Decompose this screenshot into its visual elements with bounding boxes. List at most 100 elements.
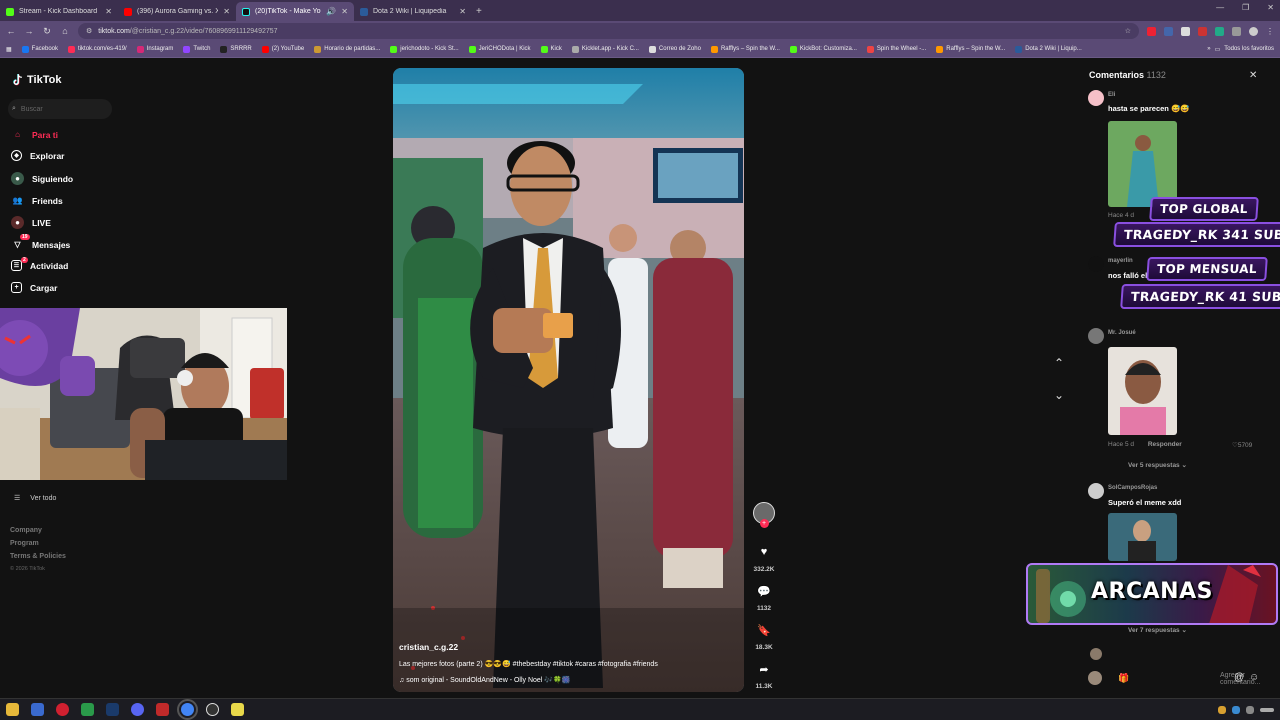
show-desktop[interactable] [1260, 707, 1274, 712]
reply-button[interactable]: Responder [1148, 441, 1182, 448]
mention-icon[interactable]: @ [1234, 672, 1244, 683]
all-bookmarks[interactable]: » ▭ Todos los favoritos [1207, 46, 1274, 53]
nav-mensajes[interactable]: ▽ 19 Mensajes [11, 234, 70, 251]
close-window-icon[interactable]: ✕ [1267, 3, 1274, 12]
new-tab-icon[interactable]: + [476, 2, 482, 21]
tray-icon[interactable] [1232, 705, 1240, 714]
home-icon[interactable]: ⌂ [60, 26, 70, 36]
footer-terms[interactable]: Terms & Policies [10, 553, 66, 560]
creator-avatar[interactable]: + [752, 502, 776, 528]
video-music[interactable]: ♫ som original - SoundOldAndNew - Olly N… [399, 676, 570, 684]
bookmark-item[interactable]: tiktok.com/es-419/ [68, 45, 127, 53]
tray-icon[interactable] [1246, 705, 1254, 714]
bookmark-item[interactable]: (2) YouTube [261, 45, 304, 53]
bookmark-item[interactable]: Instagram [136, 45, 173, 53]
chrome-icon[interactable] [177, 699, 198, 720]
bookmark-item[interactable]: Spin the Wheel -... [866, 45, 926, 53]
extension-icon[interactable] [1147, 26, 1156, 36]
extension-icon[interactable] [1215, 26, 1224, 36]
footer-company[interactable]: Company [10, 527, 42, 534]
gift-icon[interactable]: 🎁 [1118, 673, 1129, 684]
comment-user[interactable]: SolCamposRojas [1108, 485, 1157, 491]
bookmark-item[interactable]: jerichodoto - Kick St... [390, 45, 459, 53]
discord-icon[interactable] [131, 703, 144, 716]
comment-button[interactable]: 💬 1132 [752, 580, 776, 613]
tiktok-logo[interactable]: TikTok [12, 74, 61, 86]
bookmark-item[interactable]: Rafflys – Spin the W... [710, 45, 780, 53]
previous-video-icon[interactable]: ⌃ [1054, 356, 1064, 370]
excel-icon[interactable] [81, 703, 94, 716]
url-field[interactable]: ⚙ tiktok.com/@cristian_c.g.22/video/7608… [78, 23, 1139, 39]
nav-actividad[interactable]: ☰ 2 Actividad [11, 257, 68, 271]
site-info-icon[interactable]: ⚙ [86, 27, 92, 35]
follow-plus-icon[interactable]: + [759, 519, 769, 528]
share-button[interactable]: ➦ 11.3K [752, 658, 776, 691]
comment-user[interactable]: mayerlin [1108, 258, 1133, 264]
opera-icon[interactable] [56, 703, 69, 716]
browser-tab[interactable]: Stream - Kick Dashboard ✕ [0, 2, 118, 21]
video-player[interactable]: cristian_c.g.22 Las mejores fotos (parte… [393, 68, 744, 692]
close-tab-icon[interactable]: ✕ [223, 7, 230, 16]
avatar[interactable] [1088, 256, 1104, 272]
comment-image[interactable] [1108, 513, 1177, 561]
avatar[interactable] [1088, 328, 1104, 344]
footer-program[interactable]: Program [10, 540, 39, 547]
comment-image[interactable] [1108, 121, 1177, 207]
browser-tab-active[interactable]: (20)TikTok - Make Your Day 🔊 ✕ [236, 2, 354, 21]
obs-icon[interactable] [206, 703, 219, 716]
reload-icon[interactable]: ↻ [42, 26, 52, 37]
close-tab-icon[interactable]: ✕ [105, 7, 112, 16]
emoji-icon[interactable]: ☺ [1249, 672, 1259, 683]
view-replies[interactable]: Ver 7 respuestas ⌄ [1128, 626, 1187, 634]
nav-live[interactable]: ● LIVE [11, 216, 51, 229]
browser-tab[interactable]: Dota 2 Wiki | Liquipedia ✕ [354, 2, 472, 21]
nav-explorar[interactable]: ◆ Explorar [11, 150, 65, 161]
comment-image[interactable] [1108, 347, 1177, 435]
like-button[interactable]: ♥ 332.2K [752, 541, 776, 573]
nav-siguiendo[interactable]: ● Siguiendo [11, 172, 73, 185]
comment-likes[interactable]: ♡5709 [1232, 441, 1252, 449]
minimize-icon[interactable]: — [1216, 3, 1224, 12]
extension-icon[interactable] [1198, 26, 1207, 36]
file-explorer-icon[interactable] [6, 703, 19, 716]
view-replies[interactable]: Ver 5 respuestas ⌄ [1128, 461, 1187, 469]
comment-user[interactable]: Eli [1108, 92, 1115, 98]
bookmark-star-icon[interactable]: ☆ [1125, 27, 1131, 35]
apps-icon[interactable]: ▦ [6, 46, 12, 53]
steam-icon[interactable] [106, 703, 119, 716]
ver-todo-link[interactable]: ☰ Ver todo [14, 494, 56, 503]
avatar[interactable] [1088, 90, 1104, 106]
speaker-icon[interactable]: 🔊 [326, 7, 336, 16]
bookmark-item[interactable]: Twitch [183, 45, 210, 53]
bookmark-item[interactable]: JeriCHODota | Kick [468, 45, 531, 53]
bookmark-item[interactable]: Dota 2 Wiki | Liquip... [1015, 45, 1082, 53]
close-tab-icon[interactable]: ✕ [341, 7, 348, 16]
maximize-icon[interactable]: ❐ [1242, 3, 1249, 12]
avatar[interactable] [1090, 648, 1102, 660]
video-username[interactable]: cristian_c.g.22 [399, 642, 458, 652]
bookmark-item[interactable]: Facebook [21, 45, 58, 53]
search-input[interactable]: ⌕ Buscar [8, 99, 112, 119]
avatar[interactable] [1088, 483, 1104, 499]
profile-avatar[interactable] [1249, 26, 1258, 36]
browser-tab[interactable]: (396) Aurora Gaming vs. Xtrem ✕ [118, 2, 236, 21]
tray-icon[interactable] [1218, 705, 1226, 714]
close-tab-icon[interactable]: ✕ [459, 7, 466, 16]
nav-cargar[interactable]: + Cargar [11, 282, 57, 293]
bookmark-item[interactable]: Rafflys – Spin the W... [936, 45, 1005, 53]
nav-para-ti[interactable]: ⌂ Para ti [11, 128, 58, 141]
close-icon[interactable]: ✕ [1249, 70, 1257, 81]
back-icon[interactable]: ← [6, 26, 16, 36]
nav-friends[interactable]: 👥 Friends [11, 194, 63, 207]
forward-icon[interactable]: → [24, 26, 34, 36]
extension-icon[interactable] [1232, 26, 1241, 36]
extension-icon[interactable] [1164, 26, 1173, 36]
menu-icon[interactable]: ⋮ [1266, 27, 1274, 36]
bookmark-item[interactable]: Kick [540, 45, 562, 53]
bookmark-item[interactable]: Horario de partidas... [314, 45, 380, 53]
app-icon[interactable] [31, 703, 44, 716]
comment-user[interactable]: Mr. Josué [1108, 330, 1136, 336]
bookmark-item[interactable]: Correo de Zoho [648, 45, 701, 53]
save-button[interactable]: 🔖 18.3K [752, 619, 776, 652]
app-icon[interactable] [156, 703, 169, 716]
